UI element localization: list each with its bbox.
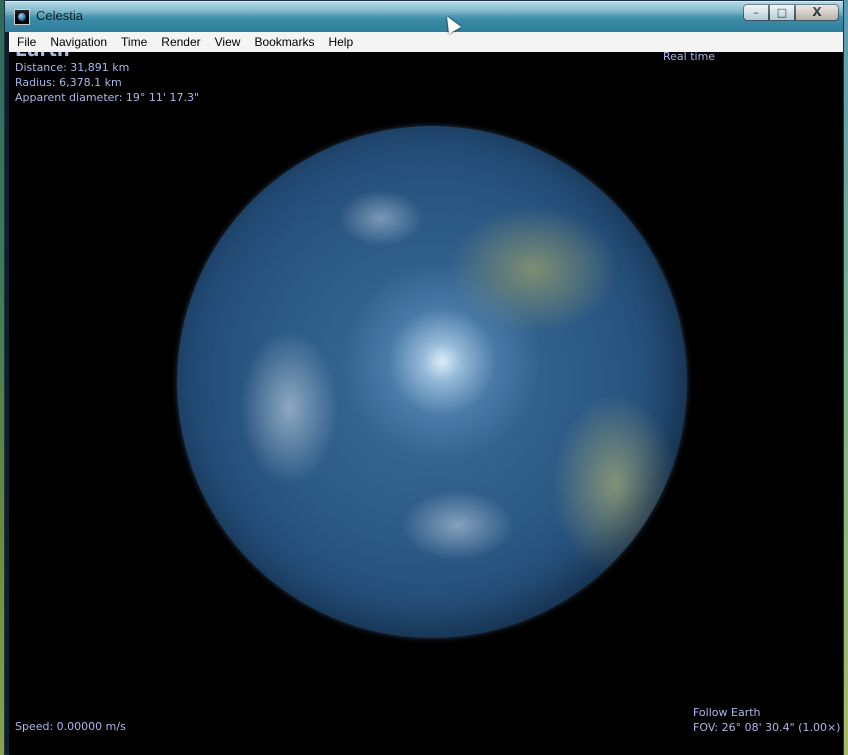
desktop-background bbox=[844, 0, 848, 755]
apparent-diameter-readout: Apparent diameter: 19° 11' 17.3" bbox=[15, 91, 199, 104]
follow-mode-label: Follow Earth bbox=[693, 706, 761, 719]
menu-render[interactable]: Render bbox=[154, 35, 207, 49]
radius-readout: Radius: 6,378.1 km bbox=[15, 76, 122, 89]
render-viewport[interactable]: Earth Distance: 31,891 km Radius: 6,378.… bbox=[9, 52, 843, 755]
earth-globe[interactable] bbox=[177, 126, 687, 638]
fov-readout: FOV: 26° 08' 30.4" (1.00×) bbox=[693, 721, 841, 734]
close-button[interactable]: X bbox=[795, 4, 839, 21]
title-bar[interactable]: Celestia – □ X bbox=[5, 1, 843, 32]
celestia-app-icon[interactable] bbox=[14, 9, 30, 25]
menu-bookmarks[interactable]: Bookmarks bbox=[247, 35, 321, 49]
menu-view[interactable]: View bbox=[208, 35, 248, 49]
menu-bar: File Navigation Time Render View Bookmar… bbox=[9, 32, 843, 53]
speed-readout: Speed: 0.00000 m/s bbox=[15, 720, 126, 733]
celestia-window: Celestia – □ X File Navigation Time Rend… bbox=[4, 0, 844, 755]
menu-file[interactable]: File bbox=[9, 35, 43, 49]
window-controls: – □ X bbox=[743, 4, 839, 22]
minimize-button[interactable]: – bbox=[743, 4, 769, 21]
menu-time[interactable]: Time bbox=[114, 35, 154, 49]
window-title: Celestia bbox=[36, 8, 83, 23]
object-info: Distance: 31,891 km Radius: 6,378.1 km A… bbox=[15, 60, 199, 105]
menu-help[interactable]: Help bbox=[321, 35, 360, 49]
time-mode-label: Real time bbox=[663, 52, 716, 63]
distance-readout: Distance: 31,891 km bbox=[15, 61, 130, 74]
camera-info: Follow Earth FOV: 26° 08' 30.4" (1.00×) bbox=[693, 705, 840, 735]
menu-navigation[interactable]: Navigation bbox=[43, 35, 114, 49]
maximize-button[interactable]: □ bbox=[769, 4, 795, 21]
